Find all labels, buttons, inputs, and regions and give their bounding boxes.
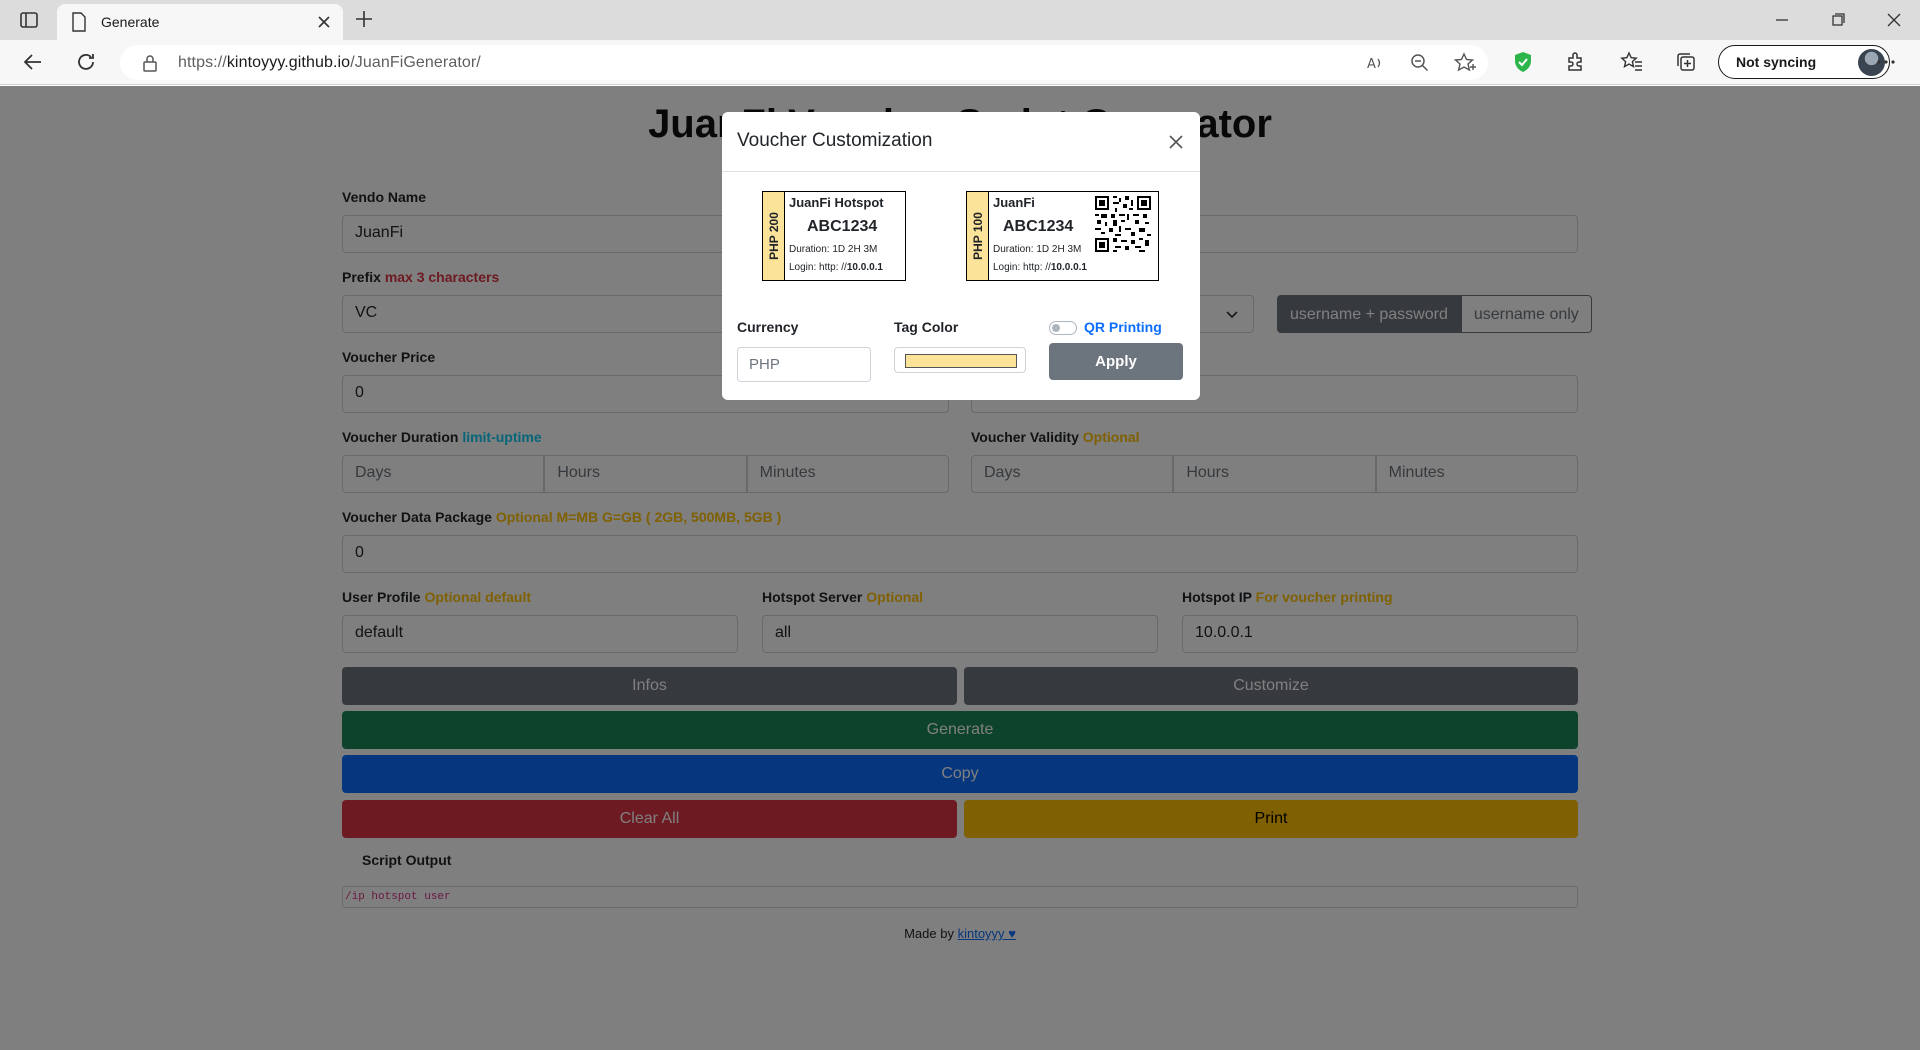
browser-toolbar: https://kintoyyy.github.io/JuanFiGenerat…: [0, 40, 1920, 85]
tab-title: Generate: [101, 14, 160, 30]
add-favorite-icon[interactable]: [1454, 52, 1476, 74]
currency-input[interactable]: PHP: [737, 347, 871, 382]
modal-title: Voucher Customization: [737, 130, 933, 151]
voucher-duration: Duration: 1D 2H 3M: [993, 244, 1082, 255]
shield-extension-icon[interactable]: [1511, 50, 1535, 74]
voucher-preview-1: PHP 200 JuanFi Hotspot ABC1234 Duration:…: [762, 191, 906, 281]
tag-color-label: Tag Color: [894, 319, 959, 335]
favorites-icon[interactable]: [1620, 50, 1644, 74]
profile-sync-button[interactable]: Not syncing: [1718, 45, 1890, 79]
new-tab-icon[interactable]: [352, 7, 376, 31]
toggle-knob: [1052, 324, 1060, 332]
voucher-name: JuanFi Hotspot: [789, 195, 884, 210]
voucher-login: Login: http: //10.0.0.1: [993, 262, 1087, 273]
tag-color-picker[interactable]: [894, 347, 1026, 373]
page-icon: [72, 12, 86, 32]
collections-icon[interactable]: [1674, 50, 1698, 74]
close-icon[interactable]: [1168, 134, 1184, 150]
sync-label: Not syncing: [1736, 54, 1817, 70]
voucher-duration: Duration: 1D 2H 3M: [789, 244, 878, 255]
browser-tab-bar: Generate: [0, 0, 1920, 40]
back-icon[interactable]: [21, 50, 45, 74]
modal-header: Voucher Customization: [722, 112, 1200, 172]
close-window-icon[interactable]: [1882, 8, 1906, 32]
voucher-customization-modal: Voucher Customization PHP 200 JuanFi Hot…: [722, 112, 1200, 400]
more-menu-icon[interactable]: [1874, 50, 1898, 74]
price-tag: PHP 200: [763, 192, 785, 280]
zoom-out-icon[interactable]: [1410, 53, 1430, 73]
qr-code-icon: [1095, 196, 1151, 252]
tab-actions-icon[interactable]: [18, 9, 40, 31]
apply-button[interactable]: Apply: [1049, 343, 1183, 380]
extensions-icon[interactable]: [1564, 50, 1588, 74]
read-aloud-icon[interactable]: A: [1365, 53, 1385, 73]
close-tab-icon[interactable]: [315, 13, 333, 31]
tag-color-swatch: [905, 354, 1017, 368]
price-tag: PHP 100: [967, 192, 989, 280]
currency-label: Currency: [737, 319, 799, 335]
voucher-code: ABC1234: [1003, 218, 1074, 235]
qr-printing-label: QR Printing: [1084, 319, 1162, 335]
refresh-icon[interactable]: [74, 50, 98, 74]
lock-icon[interactable]: [142, 54, 158, 72]
minimize-icon[interactable]: [1770, 8, 1794, 32]
voucher-login: Login: http: //10.0.0.1: [789, 262, 883, 273]
address-bar[interactable]: https://kintoyyy.github.io/JuanFiGenerat…: [120, 45, 1488, 80]
url-text: https://kintoyyy.github.io/JuanFiGenerat…: [178, 54, 481, 71]
qr-printing-toggle[interactable]: [1049, 321, 1077, 335]
svg-text:A: A: [1367, 57, 1376, 72]
voucher-code: ABC1234: [807, 218, 878, 235]
voucher-preview-2: PHP 100 JuanFi ABC1234 Duration: 1D 2H 3…: [966, 191, 1159, 281]
voucher-name: JuanFi: [993, 195, 1035, 210]
restore-icon[interactable]: [1826, 8, 1850, 32]
browser-tab[interactable]: Generate: [57, 4, 343, 40]
